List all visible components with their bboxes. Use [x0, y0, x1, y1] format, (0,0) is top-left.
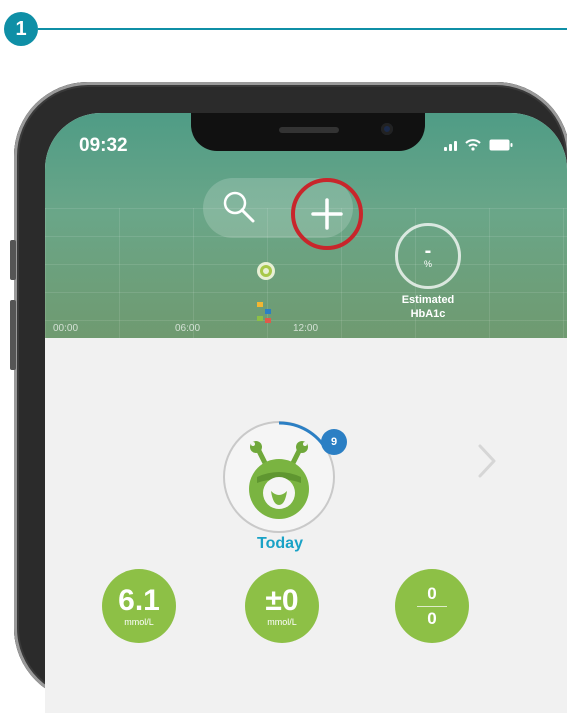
time-axis-label: 12:00: [293, 323, 319, 334]
stat-numerator: 0: [427, 583, 437, 603]
step-number-badge: 1: [4, 12, 38, 46]
status-time: 09:32: [79, 135, 128, 156]
speaker-grille: [279, 127, 339, 133]
stat-unit: mmol/L: [124, 616, 154, 627]
level-badge: 9: [321, 429, 347, 455]
battery-icon: [489, 139, 513, 151]
target-icon: [255, 260, 277, 287]
phone-notch: [191, 113, 425, 151]
legend-icon: [255, 300, 275, 331]
signal-icon: [444, 139, 457, 151]
stat-denominator: 0: [427, 608, 437, 628]
search-icon[interactable]: [221, 189, 257, 230]
front-camera: [381, 123, 393, 135]
stat-divider: [417, 605, 447, 607]
phone-side-button: [10, 240, 16, 280]
hba1c-unit: %: [423, 259, 432, 269]
glucose-change-stat[interactable]: ±0 mmol/L: [245, 569, 319, 643]
stat-value: ±0: [265, 583, 299, 617]
add-icon: [311, 198, 343, 230]
hba1c-indicator[interactable]: - %: [395, 223, 461, 289]
hba1c-value: -: [424, 240, 432, 262]
hba1c-label: Estimated HbA1c: [401, 294, 455, 320]
monster-icon: [249, 421, 329, 519]
avg-glucose-stat[interactable]: 6.1 mmol/L: [102, 569, 176, 643]
monster-progress-ring[interactable]: [223, 421, 335, 533]
hypo-hyper-stat[interactable]: 0 0: [395, 569, 469, 643]
time-axis-label: 00:00: [53, 323, 79, 334]
time-axis-label: 06:00: [175, 323, 201, 334]
add-entry-button[interactable]: [291, 178, 363, 250]
today-label[interactable]: Today: [215, 535, 345, 553]
app-screen: 09:32 - % Estimated HbA1c 00:00 06:00 12…: [45, 113, 567, 713]
chevron-right-icon[interactable]: [477, 443, 497, 484]
stat-value: 6.1: [118, 583, 160, 617]
phone-side-button: [10, 300, 16, 370]
step-divider: [38, 28, 567, 30]
stat-unit: mmol/L: [267, 616, 297, 627]
status-icons: [444, 139, 513, 151]
wifi-icon: [465, 139, 481, 151]
